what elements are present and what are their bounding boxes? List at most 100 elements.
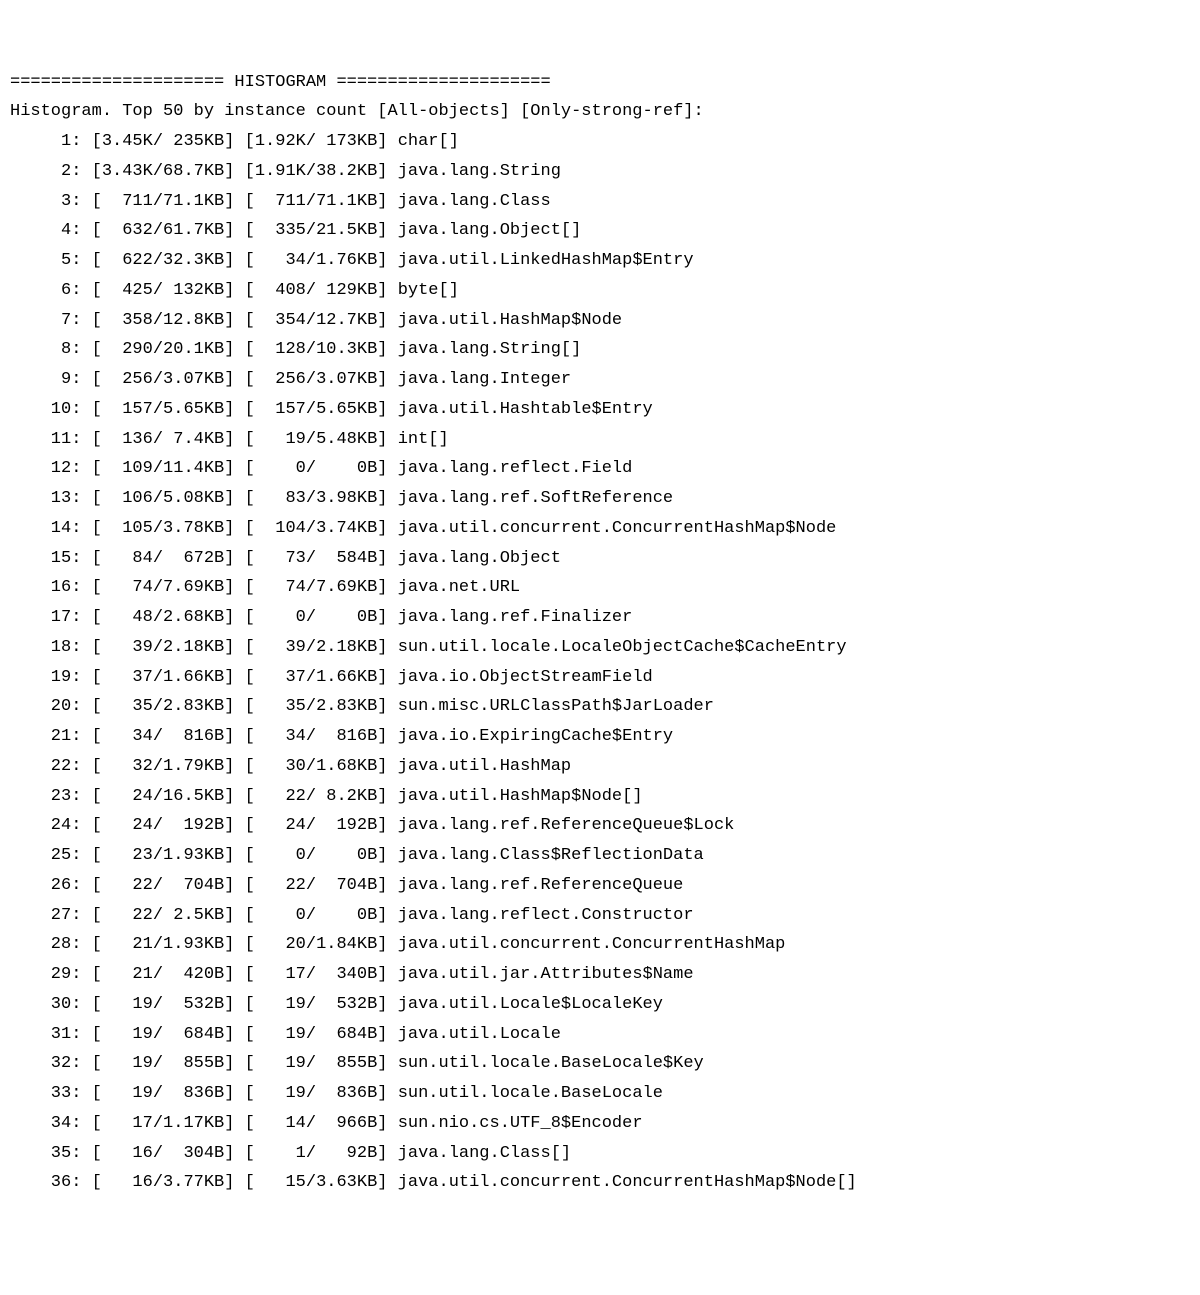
strong-ref-cell: [ 0/ 0B] bbox=[245, 608, 398, 627]
all-objects-cell: [ 256/3.07KB] bbox=[92, 370, 245, 389]
all-objects-cell: [ 136/ 7.4KB] bbox=[92, 430, 245, 449]
row-index: 36: bbox=[10, 1173, 92, 1192]
strong-ref-cell: [ 22/ 8.2KB] bbox=[245, 787, 398, 806]
strong-ref-cell: [ 354/12.7KB] bbox=[245, 311, 398, 330]
strong-ref-cell: [ 19/5.48KB] bbox=[245, 430, 398, 449]
all-objects-cell: [3.45K/ 235KB] bbox=[92, 132, 245, 151]
histogram-header-line: ===================== HISTOGRAM ========… bbox=[10, 68, 1190, 98]
all-objects-cell: [ 74/7.69KB] bbox=[92, 578, 245, 597]
all-objects-cell: [ 632/61.7KB] bbox=[92, 221, 245, 240]
row-index: 7: bbox=[10, 311, 92, 330]
row-index: 13: bbox=[10, 489, 92, 508]
row-index: 32: bbox=[10, 1054, 92, 1073]
histogram-row: 11: [ 136/ 7.4KB] [ 19/5.48KB] int[] bbox=[10, 425, 1190, 455]
all-objects-cell: [ 109/11.4KB] bbox=[92, 459, 245, 478]
histogram-row: 29: [ 21/ 420B] [ 17/ 340B] java.util.ja… bbox=[10, 960, 1190, 990]
class-name: java.lang.Class[] bbox=[398, 1144, 571, 1163]
all-objects-cell: [ 21/1.93KB] bbox=[92, 935, 245, 954]
class-name: sun.util.locale.BaseLocale$Key bbox=[398, 1054, 704, 1073]
all-objects-cell: [ 106/5.08KB] bbox=[92, 489, 245, 508]
row-index: 21: bbox=[10, 727, 92, 746]
strong-ref-cell: [ 34/1.76KB] bbox=[245, 251, 398, 270]
histogram-row: 20: [ 35/2.83KB] [ 35/2.83KB] sun.misc.U… bbox=[10, 692, 1190, 722]
all-objects-cell: [ 35/2.83KB] bbox=[92, 697, 245, 716]
strong-ref-cell: [ 19/ 532B] bbox=[245, 995, 398, 1014]
all-objects-cell: [ 622/32.3KB] bbox=[92, 251, 245, 270]
histogram-row: 4: [ 632/61.7KB] [ 335/21.5KB] java.lang… bbox=[10, 216, 1190, 246]
all-objects-cell: [ 711/71.1KB] bbox=[92, 192, 245, 211]
row-index: 25: bbox=[10, 846, 92, 865]
histogram-row: 5: [ 622/32.3KB] [ 34/1.76KB] java.util.… bbox=[10, 246, 1190, 276]
row-index: 11: bbox=[10, 430, 92, 449]
strong-ref-cell: [ 128/10.3KB] bbox=[245, 340, 398, 359]
row-index: 3: bbox=[10, 192, 92, 211]
all-objects-cell: [ 84/ 672B] bbox=[92, 549, 245, 568]
class-name: java.net.URL bbox=[398, 578, 520, 597]
strong-ref-cell: [ 256/3.07KB] bbox=[245, 370, 398, 389]
strong-ref-cell: [ 74/7.69KB] bbox=[245, 578, 398, 597]
histogram-row: 16: [ 74/7.69KB] [ 74/7.69KB] java.net.U… bbox=[10, 573, 1190, 603]
strong-ref-cell: [ 20/1.84KB] bbox=[245, 935, 398, 954]
class-name: java.util.LinkedHashMap$Entry bbox=[398, 251, 694, 270]
strong-ref-cell: [ 73/ 584B] bbox=[245, 549, 398, 568]
strong-ref-cell: [ 15/3.63KB] bbox=[245, 1173, 398, 1192]
row-index: 1: bbox=[10, 132, 92, 151]
histogram-row: 2: [3.43K/68.7KB] [1.91K/38.2KB] java.la… bbox=[10, 157, 1190, 187]
histogram-row: 31: [ 19/ 684B] [ 19/ 684B] java.util.Lo… bbox=[10, 1020, 1190, 1050]
all-objects-cell: [ 19/ 855B] bbox=[92, 1054, 245, 1073]
class-name: java.lang.ref.ReferenceQueue$Lock bbox=[398, 816, 735, 835]
histogram-row: 28: [ 21/1.93KB] [ 20/1.84KB] java.util.… bbox=[10, 930, 1190, 960]
row-index: 23: bbox=[10, 787, 92, 806]
class-name: int[] bbox=[398, 430, 449, 449]
row-index: 22: bbox=[10, 757, 92, 776]
histogram-row: 19: [ 37/1.66KB] [ 37/1.66KB] java.io.Ob… bbox=[10, 663, 1190, 693]
class-name: sun.nio.cs.UTF_8$Encoder bbox=[398, 1114, 643, 1133]
strong-ref-cell: [ 19/ 855B] bbox=[245, 1054, 398, 1073]
all-objects-cell: [ 21/ 420B] bbox=[92, 965, 245, 984]
class-name: java.lang.Object bbox=[398, 549, 561, 568]
strong-ref-cell: [1.91K/38.2KB] bbox=[245, 162, 398, 181]
class-name: java.lang.reflect.Constructor bbox=[398, 906, 694, 925]
row-index: 2: bbox=[10, 162, 92, 181]
strong-ref-cell: [ 24/ 192B] bbox=[245, 816, 398, 835]
row-index: 35: bbox=[10, 1144, 92, 1163]
class-name: java.util.Hashtable$Entry bbox=[398, 400, 653, 419]
class-name: java.util.Locale bbox=[398, 1025, 561, 1044]
row-index: 24: bbox=[10, 816, 92, 835]
strong-ref-cell: [ 0/ 0B] bbox=[245, 906, 398, 925]
histogram-row: 15: [ 84/ 672B] [ 73/ 584B] java.lang.Ob… bbox=[10, 544, 1190, 574]
strong-ref-cell: [1.92K/ 173KB] bbox=[245, 132, 398, 151]
all-objects-cell: [ 19/ 532B] bbox=[92, 995, 245, 1014]
row-index: 12: bbox=[10, 459, 92, 478]
class-name: java.util.HashMap$Node bbox=[398, 311, 622, 330]
all-objects-cell: [ 24/16.5KB] bbox=[92, 787, 245, 806]
histogram-row: 27: [ 22/ 2.5KB] [ 0/ 0B] java.lang.refl… bbox=[10, 901, 1190, 931]
all-objects-cell: [ 24/ 192B] bbox=[92, 816, 245, 835]
histogram-row: 1: [3.45K/ 235KB] [1.92K/ 173KB] char[] bbox=[10, 127, 1190, 157]
histogram-subheader: Histogram. Top 50 by instance count [All… bbox=[10, 97, 1190, 127]
row-index: 20: bbox=[10, 697, 92, 716]
strong-ref-cell: [ 14/ 966B] bbox=[245, 1114, 398, 1133]
row-index: 5: bbox=[10, 251, 92, 270]
all-objects-cell: [ 19/ 836B] bbox=[92, 1084, 245, 1103]
all-objects-cell: [ 48/2.68KB] bbox=[92, 608, 245, 627]
strong-ref-cell: [ 335/21.5KB] bbox=[245, 221, 398, 240]
row-index: 27: bbox=[10, 906, 92, 925]
class-name: java.util.jar.Attributes$Name bbox=[398, 965, 694, 984]
row-index: 16: bbox=[10, 578, 92, 597]
histogram-row: 17: [ 48/2.68KB] [ 0/ 0B] java.lang.ref.… bbox=[10, 603, 1190, 633]
row-index: 29: bbox=[10, 965, 92, 984]
all-objects-cell: [ 39/2.18KB] bbox=[92, 638, 245, 657]
class-name: sun.util.locale.LocaleObjectCache$CacheE… bbox=[398, 638, 847, 657]
histogram-row: 33: [ 19/ 836B] [ 19/ 836B] sun.util.loc… bbox=[10, 1079, 1190, 1109]
strong-ref-cell: [ 22/ 704B] bbox=[245, 876, 398, 895]
all-objects-cell: [ 105/3.78KB] bbox=[92, 519, 245, 538]
strong-ref-cell: [ 17/ 340B] bbox=[245, 965, 398, 984]
histogram-row: 23: [ 24/16.5KB] [ 22/ 8.2KB] java.util.… bbox=[10, 782, 1190, 812]
row-index: 26: bbox=[10, 876, 92, 895]
strong-ref-cell: [ 30/1.68KB] bbox=[245, 757, 398, 776]
all-objects-cell: [ 32/1.79KB] bbox=[92, 757, 245, 776]
class-name: java.lang.Integer bbox=[398, 370, 571, 389]
strong-ref-cell: [ 711/71.1KB] bbox=[245, 192, 398, 211]
histogram-row: 9: [ 256/3.07KB] [ 256/3.07KB] java.lang… bbox=[10, 365, 1190, 395]
